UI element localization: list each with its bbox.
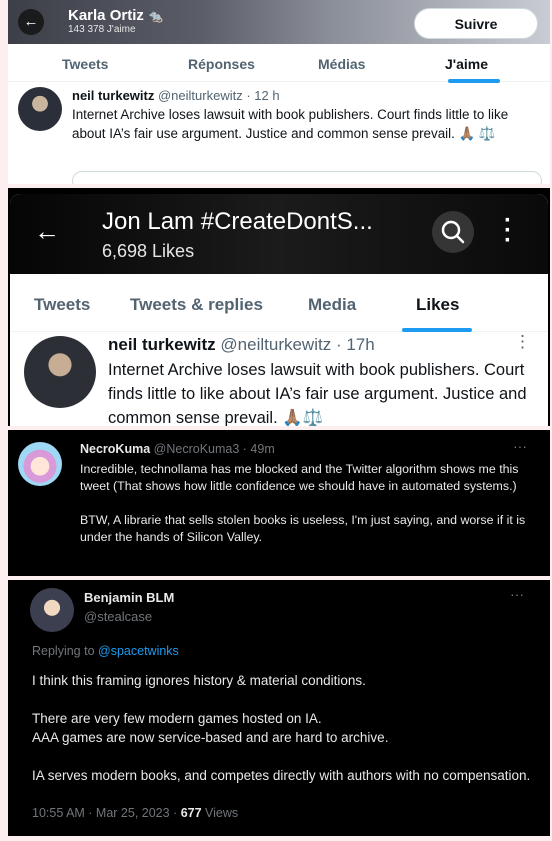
necrokuma-tweet: NecroKuma @NecroKuma3 · 49m ··· Incredib… — [8, 430, 550, 576]
avatar[interactable] — [24, 336, 96, 408]
more-vertical-icon[interactable]: · · · — [504, 209, 512, 253]
more-options-icon[interactable]: ⋮ — [514, 332, 531, 352]
views-label: Views — [205, 806, 239, 820]
quoted-card[interactable] — [72, 171, 542, 184]
replying-to: Replying to @spacetwinks — [32, 644, 179, 658]
back-arrow-icon[interactable]: ← — [18, 9, 44, 35]
karla-ortiz-likes-screenshot: ← Karla Ortiz 🐀 143 378 J'aime Suivre Tw… — [8, 0, 550, 184]
avatar[interactable] — [18, 87, 62, 131]
avatar[interactable] — [18, 442, 62, 486]
tweet-paragraph: Incredible, technollama has me blocked a… — [80, 462, 519, 493]
benjamin-blm-tweet: Benjamin BLM @stealcase ··· Replying to … — [8, 580, 550, 836]
tab-likes[interactable]: J'aime — [445, 56, 488, 72]
tweet-text: Incredible, technollama has me blocked a… — [80, 461, 540, 546]
tab-likes[interactable]: Likes — [416, 295, 459, 315]
views-count: 677 — [180, 806, 202, 820]
tweet-paragraph: There are very few modern games hosted o… — [32, 711, 389, 745]
tab-media[interactable]: Media — [308, 295, 356, 315]
author-handle[interactable]: @stealcase — [84, 609, 152, 624]
tweet-paragraph: I think this framing ignores history & m… — [32, 673, 366, 688]
profile-name: Karla Ortiz 🐀 — [68, 7, 163, 24]
tweet-paragraph: IA serves modern books, and competes dir… — [32, 768, 531, 783]
profile-header: ← Jon Lam #CreateDontS... 6,698 Likes · ·… — [10, 194, 548, 274]
tweet-text: Internet Archive loses lawsuit with book… — [108, 361, 527, 426]
search-icon[interactable] — [432, 211, 474, 253]
tab-tweets-replies[interactable]: Tweets & replies — [130, 295, 263, 315]
timestamp[interactable]: 10:55 AM · Mar 25, 2023 · — [32, 806, 177, 820]
tab-media[interactable]: Médias — [318, 56, 365, 72]
avatar[interactable] — [30, 588, 74, 632]
profile-name: Jon Lam #CreateDontS... — [102, 208, 373, 235]
active-tab-indicator — [448, 79, 500, 83]
tweet-text: Internet Archive loses lawsuit with book… — [72, 107, 509, 141]
tweet-author[interactable]: NecroKuma @NecroKuma3 · 49m — [80, 442, 275, 456]
tweet-author[interactable]: neil turkewitz @neilturkewitz · 17h — [108, 335, 375, 355]
more-options-icon[interactable]: ··· — [513, 438, 527, 454]
tab-tweets[interactable]: Tweets — [34, 295, 90, 315]
likes-count: 6,698 Likes — [102, 241, 195, 261]
reply-to-link[interactable]: @spacetwinks — [98, 644, 179, 658]
follow-button[interactable]: Suivre — [414, 8, 538, 39]
tab-replies[interactable]: Réponses — [188, 56, 255, 72]
profile-header: ← Karla Ortiz 🐀 143 378 J'aime Suivre — [8, 0, 550, 44]
tweet-author[interactable]: neil turkewitz @neilturkewitz · 12 h — [72, 88, 280, 103]
tab-tweets[interactable]: Tweets — [62, 56, 108, 72]
more-options-icon[interactable]: ··· — [510, 586, 524, 602]
profile-tabs: Tweets Tweets & replies Media Likes — [10, 274, 548, 332]
jon-lam-likes-screenshot: ← Jon Lam #CreateDontS... 6,698 Likes · ·… — [8, 188, 550, 426]
tweet-paragraph: BTW, A librarie that sells stolen books … — [80, 513, 526, 544]
likes-count: 143 378 J'aime — [68, 24, 136, 35]
tweet-meta: 10:55 AM · Mar 25, 2023 · 677 Views — [32, 806, 238, 820]
tweet-text: I think this framing ignores history & m… — [32, 671, 532, 785]
back-arrow-icon[interactable]: ← — [34, 216, 60, 247]
active-tab-indicator — [402, 328, 472, 332]
profile-tabs: Tweets Réponses Médias J'aime — [8, 44, 550, 83]
author-name[interactable]: Benjamin BLM — [84, 590, 174, 605]
